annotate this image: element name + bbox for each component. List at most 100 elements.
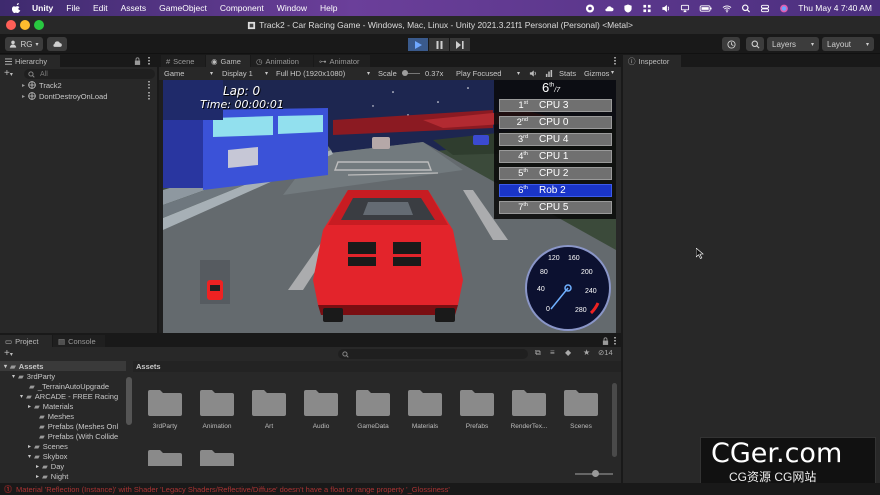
tree-item[interactable]: ▸ ▰ Materials	[0, 401, 73, 411]
menu-assets[interactable]: Assets	[121, 3, 147, 13]
tab-console[interactable]: ▤ Console	[53, 335, 105, 347]
game-mode-dropdown[interactable]: Game ▾	[161, 68, 216, 79]
more-options-icon[interactable]	[614, 337, 616, 345]
folder-icon[interactable]	[200, 388, 234, 416]
game-viewport[interactable]: Lap: 0 Time: 00:00:01 6th/7 1st CPU 3 2nd…	[163, 80, 616, 333]
menu-edit[interactable]: Edit	[93, 3, 108, 13]
display-dropdown[interactable]: Display 1 ▾	[219, 68, 271, 79]
folder-icon: ▰	[34, 451, 40, 461]
gizmos-button[interactable]: Gizmos	[584, 69, 609, 78]
volume-icon[interactable]	[661, 4, 671, 13]
folder-icon[interactable]	[564, 388, 598, 416]
more-options-icon[interactable]	[148, 81, 150, 89]
console-status-bar[interactable]: ⓵ Material 'Reflection (Instance)' with …	[0, 483, 880, 495]
grid-icon[interactable]	[642, 4, 652, 13]
folder-icon[interactable]	[148, 448, 182, 466]
menu-help[interactable]: Help	[320, 3, 337, 13]
tree-item-assets[interactable]: ▾ ▰ Assets	[0, 361, 126, 371]
assets-scrollbar-thumb[interactable]	[612, 383, 617, 457]
project-search-field[interactable]	[338, 349, 528, 359]
resolution-dropdown[interactable]: Full HD (1920x1080) ▾	[273, 68, 373, 79]
create-plus-button[interactable]: +▾	[4, 348, 13, 359]
tree-item[interactable]: ▰ Prefabs (Meshes Onl	[0, 421, 118, 431]
tree-item[interactable]: ▸ ▰ Scenes	[0, 441, 68, 451]
hierarchy-item-track2[interactable]: ▸ Track2	[0, 80, 157, 90]
window-zoom-button[interactable]	[34, 20, 44, 30]
tree-item[interactable]: ▸ ▰ Night	[0, 471, 68, 481]
menu-gameobject[interactable]: GameObject	[159, 3, 207, 13]
hierarchy-search-field[interactable]: All	[24, 69, 155, 79]
more-options-icon[interactable]	[614, 57, 616, 65]
menu-component[interactable]: Component	[220, 3, 264, 13]
screen-mirror-icon[interactable]	[680, 4, 690, 13]
tree-item[interactable]: ▸ ▰ Day	[0, 461, 64, 471]
search-by-type-icon[interactable]: ⧉	[535, 348, 541, 358]
history-button[interactable]	[722, 37, 740, 51]
layout-dropdown[interactable]: Layout ▾	[822, 37, 874, 51]
hidden-packages-count[interactable]: ⊘ 14	[598, 348, 613, 357]
collab-cloud-button[interactable]	[47, 37, 67, 51]
mute-audio-icon[interactable]	[529, 70, 537, 77]
tab-scene[interactable]: # Scene	[161, 55, 205, 67]
tree-item[interactable]: ▾ ▰ Skybox	[0, 451, 67, 461]
menubar-clock[interactable]: Thu May 4 7:40 AM	[798, 3, 872, 13]
pause-button[interactable]	[429, 38, 449, 51]
lock-icon[interactable]	[602, 337, 609, 345]
folder-icon[interactable]	[512, 388, 546, 416]
step-button[interactable]	[450, 38, 470, 51]
scale-slider-thumb[interactable]	[402, 70, 408, 76]
cloud-icon[interactable]	[604, 4, 614, 13]
tree-item[interactable]: ▾ ▰ ARCADE - FREE Racing	[0, 391, 118, 401]
menu-file[interactable]: File	[66, 3, 80, 13]
tab-inspector[interactable]: ⓘ Inspector	[623, 55, 681, 67]
control-center-icon[interactable]	[760, 4, 770, 13]
tree-scrollbar-thumb[interactable]	[126, 377, 132, 425]
wifi-icon[interactable]	[722, 4, 732, 13]
hud-race-timer: Time: 00:00:01	[200, 98, 284, 111]
window-minimize-button[interactable]	[20, 20, 30, 30]
more-options-icon[interactable]	[148, 57, 150, 65]
account-dropdown[interactable]: RG ▾	[5, 37, 43, 51]
record-icon[interactable]	[585, 3, 595, 13]
favorite-star-icon[interactable]: ★	[583, 348, 590, 357]
tab-project[interactable]: ▭ Project	[0, 335, 52, 347]
battery-icon[interactable]	[699, 4, 713, 13]
breadcrumb-assets[interactable]: Assets	[136, 362, 161, 371]
tree-item[interactable]: ▰ Prefabs (With Collide	[0, 431, 118, 441]
chevron-down-icon[interactable]: ▾	[611, 69, 614, 76]
tab-hierarchy[interactable]: Hierarchy	[0, 55, 60, 67]
folder-icon[interactable]	[148, 388, 182, 416]
tree-item[interactable]: ▾ ▰ 3rdParty	[0, 371, 55, 381]
apple-icon[interactable]	[12, 3, 22, 13]
siri-icon[interactable]	[779, 4, 789, 13]
folder-icon[interactable]	[304, 388, 338, 416]
tab-game[interactable]: ◉ Game	[206, 55, 250, 67]
tree-item[interactable]: ▰ Meshes	[0, 411, 74, 421]
speedometer-tick: 240	[585, 288, 597, 295]
hierarchy-item-dontdestroyonload[interactable]: ▸ DontDestroyOnLoad	[0, 91, 157, 101]
folder-icon[interactable]	[200, 448, 234, 466]
lock-icon[interactable]	[134, 57, 141, 65]
filter-icon[interactable]: ≡	[550, 348, 555, 357]
folder-icon[interactable]	[252, 388, 286, 416]
folder-icon[interactable]	[408, 388, 442, 416]
menu-app-unity[interactable]: Unity	[32, 3, 53, 13]
play-mode-dropdown[interactable]: Play Focused ▾	[453, 68, 523, 79]
create-plus-button[interactable]: +▾	[4, 68, 13, 79]
search-icon[interactable]	[741, 3, 751, 13]
stats-button[interactable]: Stats	[559, 69, 576, 78]
tree-item[interactable]: ▰ _TerrainAutoUpgrade	[0, 381, 109, 391]
icon-size-slider-thumb[interactable]	[592, 470, 599, 477]
tab-animation[interactable]: ◷ Animation	[251, 55, 313, 67]
play-button[interactable]	[408, 38, 428, 51]
more-options-icon[interactable]	[148, 92, 150, 100]
window-close-button[interactable]	[6, 20, 16, 30]
shield-icon[interactable]	[623, 3, 633, 13]
folder-icon[interactable]	[460, 388, 494, 416]
label-tag-icon[interactable]: ◆	[565, 348, 571, 357]
folder-icon[interactable]	[356, 388, 390, 416]
tab-animator[interactable]: ⊶ Animator	[314, 55, 370, 67]
menu-window[interactable]: Window	[277, 3, 307, 13]
search-button[interactable]	[746, 37, 764, 51]
layers-dropdown[interactable]: Layers ▾	[767, 37, 819, 51]
